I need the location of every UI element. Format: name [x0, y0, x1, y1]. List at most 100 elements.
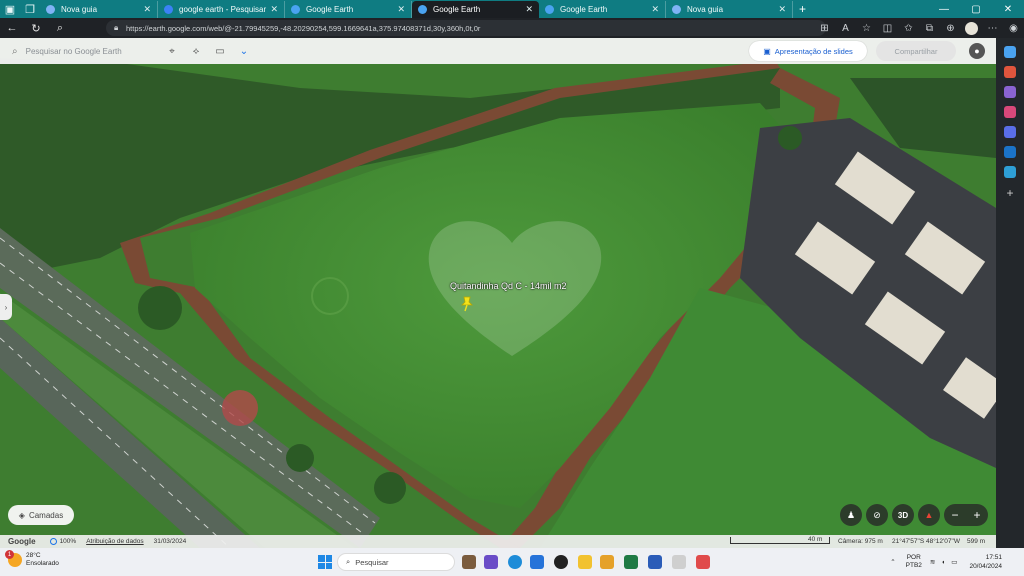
copilot-sidebar-icon[interactable] — [1004, 126, 1016, 138]
extensions-icon[interactable]: ⊕ — [940, 23, 961, 34]
file-explorer-icon[interactable] — [578, 555, 592, 569]
more-menu-icon[interactable]: ⋯ — [982, 23, 1003, 34]
excel-app-icon[interactable] — [624, 555, 638, 569]
tab-favicon-icon — [46, 4, 55, 14]
loading-ring-icon — [49, 538, 57, 545]
layers-button[interactable]: ◈ Camadas — [8, 505, 74, 525]
account-icon[interactable]: ● — [969, 43, 985, 59]
window-controls: — ▢ ✕ — [928, 0, 1024, 18]
folder-app-icon[interactable] — [600, 555, 614, 569]
tab-close-icon[interactable]: ✕ — [397, 4, 405, 15]
url-field[interactable]: 🔒︎ https://earth.google.com/web/@-21.799… — [106, 20, 826, 36]
tab-google-earth-1[interactable]: Google Earth ✕ — [285, 0, 412, 18]
battery-icon[interactable]: ▭ — [951, 558, 957, 566]
earth-search-box[interactable]: ⌕ Pesquisar no Google Earth — [0, 46, 160, 57]
search-sidebar-icon[interactable] — [1004, 46, 1016, 58]
new-tab-button[interactable]: + — [799, 2, 806, 16]
share-button[interactable]: Compartilhar — [876, 41, 956, 61]
maximize-icon[interactable]: ▢ — [960, 0, 992, 18]
scale-label: 40 m — [808, 536, 823, 543]
tab-nova-guia-2[interactable]: Nova guia ✕ — [666, 0, 793, 18]
tab-favicon-icon — [291, 4, 300, 14]
outlook-icon[interactable] — [1004, 146, 1016, 158]
snipping-app-icon[interactable] — [696, 555, 710, 569]
browser-tab-bar: ▣ ❐ Nova guia ✕ google earth - Pesquisar… — [0, 0, 1024, 18]
tab-google-earth-3[interactable]: Google Earth ✕ — [539, 0, 666, 18]
collections-icon[interactable]: ⧉ — [919, 23, 940, 34]
games-icon[interactable] — [1004, 106, 1016, 118]
street-view-pegman-icon[interactable]: ♟ — [840, 504, 862, 526]
volume-icon[interactable]: ◖ — [941, 559, 945, 566]
tab-actions-icon[interactable]: ❐ — [20, 0, 40, 18]
loading-percent: 100% — [59, 538, 77, 545]
url-text: https://earth.google.com/web/@-21.799452… — [126, 23, 481, 33]
share-label: Compartilhar — [894, 46, 938, 56]
chat-app-icon[interactable] — [484, 555, 498, 569]
add-sidebar-icon[interactable]: + — [1006, 186, 1013, 200]
taskbar-search[interactable]: ⌕ Pesquisar — [337, 553, 455, 571]
zoom-out-button[interactable]: − — [951, 508, 958, 522]
tab-label: Google Earth — [560, 4, 608, 14]
zoom-in-button[interactable]: + — [973, 508, 980, 522]
media-app-icon[interactable] — [672, 555, 686, 569]
copilot-icon[interactable]: ◉ — [1003, 23, 1024, 34]
chevron-down-icon[interactable]: ⌄ — [232, 46, 256, 57]
tab-close-icon[interactable]: ✕ — [778, 4, 786, 15]
close-window-icon[interactable]: ✕ — [992, 0, 1024, 18]
weather-widget[interactable]: 1 28°C Ensolarado — [5, 550, 59, 568]
profile-avatar[interactable] — [965, 21, 978, 35]
camera-altitude: Câmera: 975 m — [838, 538, 883, 545]
lang-code: POR — [906, 554, 921, 561]
loading-status: 100% — [49, 538, 77, 545]
ruler-icon[interactable]: ▭ — [208, 46, 232, 57]
wifi-icon[interactable]: ≋ — [930, 558, 935, 566]
data-attribution-link[interactable]: Atribuição de dados — [86, 538, 143, 545]
back-icon[interactable]: ← — [0, 18, 24, 38]
input-language[interactable]: POR PTB2 — [906, 554, 922, 570]
tools-icon[interactable] — [1004, 86, 1016, 98]
path-icon[interactable]: ⟡ — [184, 46, 208, 57]
read-aloud-icon[interactable]: A — [835, 23, 856, 34]
slideshow-icon: ▣ — [763, 46, 771, 56]
send-icon[interactable] — [1004, 166, 1016, 178]
refresh-icon[interactable]: ↻ — [24, 18, 48, 38]
start-menu-icon[interactable] — [318, 555, 332, 569]
weather-temp: 28°C — [26, 552, 41, 559]
pushpin-icon[interactable] — [460, 296, 474, 312]
3d-toggle-button[interactable]: 3D — [892, 504, 914, 526]
search-icon: ⌕ — [12, 45, 18, 57]
compass-icon[interactable]: ▲ — [918, 504, 940, 526]
clock-date: 20/04/2024 — [969, 563, 1002, 570]
search-icon[interactable]: ⌕ — [48, 18, 72, 38]
earth-map-view[interactable]: ⌕ Pesquisar no Google Earth ⌖ ⟡ ▭ ⌄ ▣ Ap… — [0, 38, 996, 548]
clock[interactable]: 17:51 20/04/2024 — [969, 553, 1002, 571]
tab-close-icon[interactable]: ✕ — [525, 4, 533, 15]
tab-google-earth-active[interactable]: Google Earth ✕ — [412, 0, 539, 18]
split-screen-icon[interactable]: ◫ — [877, 23, 898, 34]
tab-google-search[interactable]: google earth - Pesquisar ✕ — [158, 0, 285, 18]
minimize-icon[interactable]: — — [928, 0, 960, 18]
dell-app-icon[interactable] — [554, 555, 568, 569]
edge-app-icon[interactable] — [508, 555, 522, 569]
location-pin-icon[interactable]: ⌖ — [160, 46, 184, 57]
side-panel-toggle[interactable]: › — [0, 294, 12, 320]
word-app-icon[interactable] — [648, 555, 662, 569]
store-app-icon[interactable] — [530, 555, 544, 569]
tab-nova-guia-1[interactable]: Nova guia ✕ — [40, 0, 158, 18]
shopping-icon[interactable] — [1004, 66, 1016, 78]
favorite-star-icon[interactable]: ☆ — [856, 23, 877, 34]
widget-app-icon[interactable] — [462, 555, 476, 569]
slideshow-button[interactable]: ▣ Apresentação de slides — [749, 41, 867, 61]
earth-toolbar: ⌕ Pesquisar no Google Earth ⌖ ⟡ ▭ ⌄ ▣ Ap… — [0, 38, 996, 64]
tab-close-icon[interactable]: ✕ — [651, 4, 659, 15]
workspaces-icon[interactable]: ▣ — [0, 0, 20, 18]
tilt-toggle-icon[interactable]: ⊘ — [866, 504, 888, 526]
favorites-icon[interactable]: ✩ — [898, 23, 919, 34]
placemark-label[interactable]: Quitandinha Qd C - 14mil m2 — [450, 281, 567, 291]
tab-close-icon[interactable]: ✕ — [270, 4, 278, 15]
slideshow-label: Apresentação de slides — [774, 46, 853, 56]
tab-favicon-icon — [545, 4, 554, 14]
show-hidden-icons[interactable]: ⌃ — [890, 558, 895, 566]
app-icon[interactable]: ⊞ — [814, 23, 835, 34]
tab-close-icon[interactable]: ✕ — [143, 4, 151, 15]
